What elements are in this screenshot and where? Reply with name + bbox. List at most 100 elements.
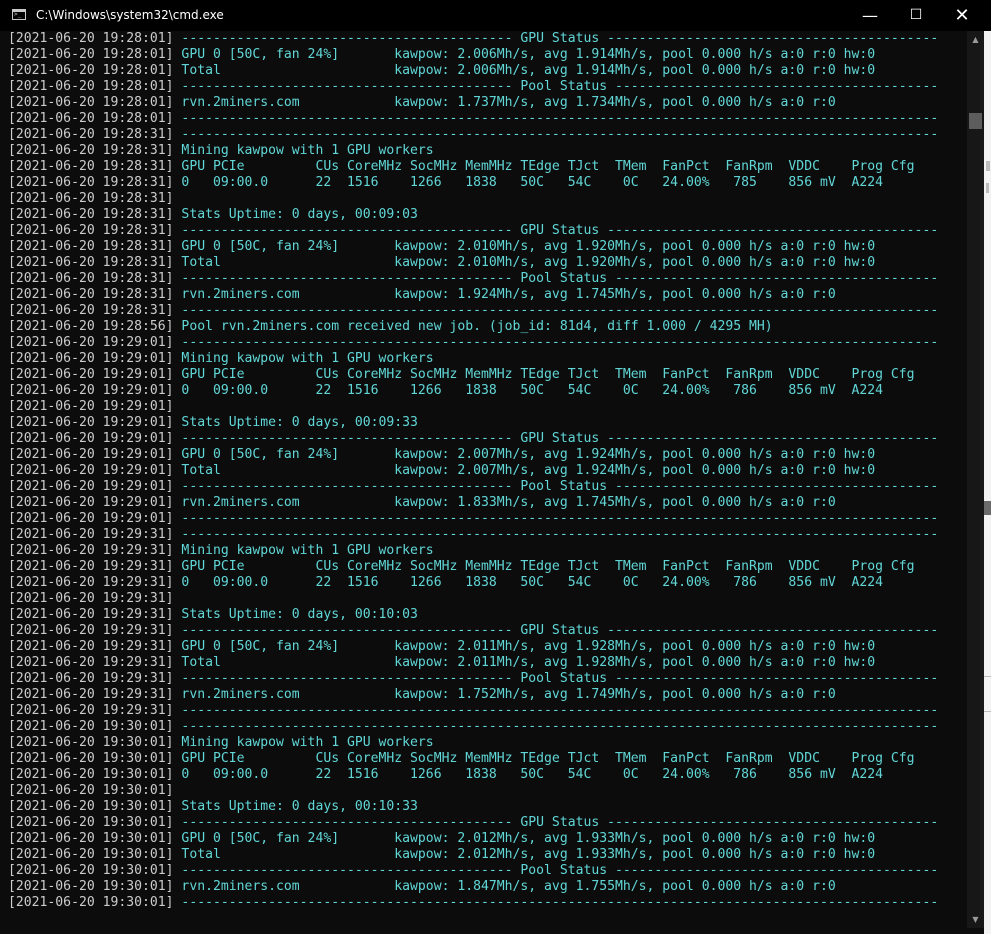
log-timestamp: [2021-06-20 19:29:31] <box>8 687 174 702</box>
window-title: C:\Windows\system32\cmd.exe <box>36 8 224 22</box>
log-message: ----------------------------------------… <box>173 703 939 718</box>
log-timestamp: [2021-06-20 19:29:01] <box>8 367 174 382</box>
log-message: Total kawpow: 2.006Mh/s, avg 1.914Mh/s, … <box>173 63 876 78</box>
log-message: ----------------------------------------… <box>173 671 939 686</box>
log-timestamp: [2021-06-20 19:28:01] <box>8 31 174 46</box>
log-message: GPU 0 [50C, fan 24%] kawpow: 2.006Mh/s, … <box>173 47 876 62</box>
log-timestamp: [2021-06-20 19:30:01] <box>8 799 174 814</box>
console-line: [2021-06-20 19:29:31] ------------------… <box>8 671 968 687</box>
log-timestamp: [2021-06-20 19:29:31] <box>8 607 174 622</box>
maximize-button[interactable]: ☐ <box>893 0 939 31</box>
log-message: ----------------------------------------… <box>173 31 939 46</box>
log-timestamp: [2021-06-20 19:29:31] <box>8 623 174 638</box>
log-timestamp: [2021-06-20 19:29:01] <box>8 415 174 430</box>
log-timestamp: [2021-06-20 19:28:01] <box>8 79 174 94</box>
console-line: [2021-06-20 19:28:31] ------------------… <box>8 127 968 143</box>
title-bar[interactable]: C:\Windows\system32\cmd.exe — ☐ ✕ <box>0 0 991 31</box>
console-line: [2021-06-20 19:29:31] 0 09:00.0 22 1516 … <box>8 575 968 591</box>
vertical-scrollbar[interactable]: ▲ ▼ <box>967 31 984 928</box>
log-message: GPU PCIe CUs CoreMHz SocMHz MemMHz TEdge… <box>173 751 915 766</box>
console-line: [2021-06-20 19:29:01] <box>8 399 968 415</box>
log-message: 0 09:00.0 22 1516 1266 1838 50C 54C 0C 2… <box>173 383 884 398</box>
console-line: [2021-06-20 19:28:31] Stats Uptime: 0 da… <box>8 207 968 223</box>
close-button[interactable]: ✕ <box>939 0 985 31</box>
console-line: [2021-06-20 19:29:01] ------------------… <box>8 479 968 495</box>
console-line: [2021-06-20 19:28:31] <box>8 191 968 207</box>
console-line: [2021-06-20 19:28:01] ------------------… <box>8 79 968 95</box>
log-message: GPU 0 [50C, fan 24%] kawpow: 2.010Mh/s, … <box>173 239 876 254</box>
log-timestamp: [2021-06-20 19:28:31] <box>8 143 174 158</box>
log-message: Mining kawpow with 1 GPU workers <box>173 351 434 366</box>
log-timestamp: [2021-06-20 19:28:01] <box>8 63 174 78</box>
log-message: ----------------------------------------… <box>173 431 939 446</box>
log-timestamp: [2021-06-20 19:30:01] <box>8 767 174 782</box>
console-line: [2021-06-20 19:29:31] ------------------… <box>8 527 968 543</box>
log-timestamp: [2021-06-20 19:28:31] <box>8 207 174 222</box>
log-timestamp: [2021-06-20 19:29:31] <box>8 543 174 558</box>
console-line: [2021-06-20 19:29:01] GPU PCIe CUs CoreM… <box>8 367 968 383</box>
log-message: Stats Uptime: 0 days, 00:09:03 <box>173 207 418 222</box>
log-message: rvn.2miners.com kawpow: 1.924Mh/s, avg 1… <box>173 287 836 302</box>
console-line: [2021-06-20 19:30:01] Stats Uptime: 0 da… <box>8 799 968 815</box>
console-line: [2021-06-20 19:29:31] GPU PCIe CUs CoreM… <box>8 559 968 575</box>
cmd-window: C:\Windows\system32\cmd.exe — ☐ ✕ [2021-… <box>0 0 991 934</box>
minimize-button[interactable]: — <box>847 0 893 31</box>
background-glyph <box>984 501 991 515</box>
log-timestamp: [2021-06-20 19:28:56] <box>8 319 174 334</box>
console-line: [2021-06-20 19:28:31] GPU PCIe CUs CoreM… <box>8 159 968 175</box>
log-timestamp: [2021-06-20 19:28:31] <box>8 223 174 238</box>
console-line: [2021-06-20 19:28:01] ------------------… <box>8 111 968 127</box>
log-message: Mining kawpow with 1 GPU workers <box>173 735 434 750</box>
log-message: rvn.2miners.com kawpow: 1.847Mh/s, avg 1… <box>173 879 836 894</box>
log-timestamp: [2021-06-20 19:29:31] <box>8 639 174 654</box>
console-line: [2021-06-20 19:28:31] 0 09:00.0 22 1516 … <box>8 175 968 191</box>
log-timestamp: [2021-06-20 19:28:01] <box>8 95 174 110</box>
console-line: [2021-06-20 19:28:56] Pool rvn.2miners.c… <box>8 319 968 335</box>
log-timestamp: [2021-06-20 19:28:31] <box>8 175 174 190</box>
background-divider <box>984 676 991 677</box>
log-timestamp: [2021-06-20 19:29:31] <box>8 671 174 686</box>
log-timestamp: [2021-06-20 19:30:01] <box>8 815 174 830</box>
console-line: [2021-06-20 19:29:31] ------------------… <box>8 623 968 639</box>
log-message: rvn.2miners.com kawpow: 1.737Mh/s, avg 1… <box>173 95 836 110</box>
log-message: GPU 0 [50C, fan 24%] kawpow: 2.007Mh/s, … <box>173 447 876 462</box>
background-divider <box>984 711 991 712</box>
log-message: Mining kawpow with 1 GPU workers <box>173 143 434 158</box>
console-line: [2021-06-20 19:28:31] ------------------… <box>8 303 968 319</box>
console-line: [2021-06-20 19:30:01] 0 09:00.0 22 1516 … <box>8 767 968 783</box>
console-line: [2021-06-20 19:30:01] rvn.2miners.com ka… <box>8 879 968 895</box>
scroll-up-arrow-icon[interactable]: ▲ <box>967 31 984 48</box>
console-line: [2021-06-20 19:29:01] GPU 0 [50C, fan 24… <box>8 447 968 463</box>
console-line: [2021-06-20 19:28:01] ------------------… <box>8 31 968 47</box>
console-line: [2021-06-20 19:30:01] ------------------… <box>8 895 968 911</box>
log-message: rvn.2miners.com kawpow: 1.752Mh/s, avg 1… <box>173 687 836 702</box>
cmd-app-icon[interactable] <box>12 9 26 20</box>
console-line: [2021-06-20 19:29:01] 0 09:00.0 22 1516 … <box>8 383 968 399</box>
log-timestamp: [2021-06-20 19:30:01] <box>8 719 174 734</box>
log-timestamp: [2021-06-20 19:30:01] <box>8 735 174 750</box>
scroll-down-arrow-icon[interactable]: ▼ <box>967 911 984 928</box>
log-timestamp: [2021-06-20 19:29:31] <box>8 527 174 542</box>
log-timestamp: [2021-06-20 19:29:01] <box>8 383 174 398</box>
log-message: ----------------------------------------… <box>173 511 939 526</box>
console-line: [2021-06-20 19:30:01] GPU 0 [50C, fan 24… <box>8 831 968 847</box>
background-window-edge <box>984 31 991 934</box>
log-message: ----------------------------------------… <box>173 303 939 318</box>
log-timestamp: [2021-06-20 19:29:01] <box>8 511 174 526</box>
console-line: [2021-06-20 19:28:01] rvn.2miners.com ka… <box>8 95 968 111</box>
console-line: [2021-06-20 19:29:01] ------------------… <box>8 511 968 527</box>
log-timestamp: [2021-06-20 19:28:31] <box>8 159 174 174</box>
log-message: Total kawpow: 2.010Mh/s, avg 1.920Mh/s, … <box>173 255 876 270</box>
console-line: [2021-06-20 19:28:31] rvn.2miners.com ka… <box>8 287 968 303</box>
log-message: ----------------------------------------… <box>173 895 939 910</box>
console-line: [2021-06-20 19:28:31] ------------------… <box>8 271 968 287</box>
log-timestamp: [2021-06-20 19:28:31] <box>8 239 174 254</box>
scrollbar-thumb[interactable] <box>969 113 982 129</box>
log-message: ----------------------------------------… <box>173 623 939 638</box>
log-timestamp: [2021-06-20 19:30:01] <box>8 879 174 894</box>
background-glyph <box>986 183 989 193</box>
console-output[interactable]: [2021-06-20 19:28:01] ------------------… <box>8 31 968 911</box>
log-message: GPU PCIe CUs CoreMHz SocMHz MemMHz TEdge… <box>173 559 915 574</box>
log-timestamp: [2021-06-20 19:29:31] <box>8 703 174 718</box>
log-timestamp: [2021-06-20 19:28:01] <box>8 47 174 62</box>
